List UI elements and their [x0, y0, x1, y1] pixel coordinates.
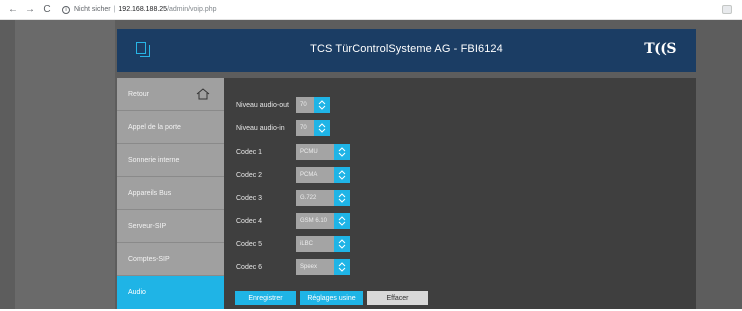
form-row-audio-out: Niveau audio-out 70 — [236, 97, 330, 113]
select-value: G.722 — [296, 190, 334, 206]
up-down-chevron-icon[interactable] — [334, 167, 350, 183]
form-row-codec-6: Codec 6 Speex — [236, 259, 350, 275]
codec-3-label: Codec 3 — [236, 194, 263, 202]
audio-out-select[interactable]: 70 — [296, 97, 330, 113]
up-down-chevron-icon[interactable] — [334, 190, 350, 206]
translate-extension-icon[interactable] — [722, 5, 732, 14]
select-value: PCMA — [296, 167, 334, 183]
sidebar-item-comptes-sip[interactable]: Comptes-SIP — [117, 243, 224, 276]
sidebar-item-retour[interactable]: Retour — [117, 78, 224, 111]
codec-2-select[interactable]: PCMA — [296, 167, 350, 183]
url-path: /admin/voip.php — [167, 6, 217, 13]
form-row-codec-5: Codec 5 iLBC — [236, 236, 350, 252]
codec-4-label: Codec 4 — [236, 217, 263, 225]
up-down-chevron-icon[interactable] — [334, 236, 350, 252]
sidebar-item-audio[interactable]: Audio — [117, 276, 224, 309]
sidebar-item-label: Appel de la porte — [128, 123, 181, 131]
url-host: 192.168.188.25 — [118, 6, 168, 13]
tcs-logo: T((S — [644, 41, 676, 57]
save-button[interactable]: Enregistrer — [235, 291, 296, 305]
sidebar-nav: Retour Appel de la porte Sonnerie intern… — [117, 78, 224, 311]
form-row-codec-4: Codec 4 GSM 6.10 — [236, 213, 350, 229]
up-down-chevron-icon[interactable] — [314, 97, 330, 113]
codec-6-select[interactable]: Speex — [296, 259, 350, 275]
sidebar-item-label: Serveur-SIP — [128, 222, 167, 230]
sidebar-item-label: Sonnerie interne — [128, 156, 180, 164]
audio-settings-panel: Niveau audio-out 70 Niveau audio-in 70 C… — [224, 78, 696, 309]
select-value: Speex — [296, 259, 334, 275]
up-down-chevron-icon[interactable] — [334, 259, 350, 275]
sidebar-item-label: Audio — [128, 289, 146, 296]
codec-3-select[interactable]: G.722 — [296, 190, 350, 206]
factory-reset-button[interactable]: Réglages usine — [300, 291, 363, 305]
audio-in-select[interactable]: 70 — [296, 120, 330, 136]
select-value: GSM 6.10 — [296, 213, 334, 229]
forward-icon[interactable]: → — [23, 3, 37, 17]
select-value: iLBC — [296, 236, 334, 252]
reload-icon[interactable]: C — [40, 3, 54, 17]
form-row-audio-in: Niveau audio-in 70 — [236, 120, 330, 136]
sidebar-item-appel-de-la-porte[interactable]: Appel de la porte — [117, 111, 224, 144]
codec-5-select[interactable]: iLBC — [296, 236, 350, 252]
audio-out-label: Niveau audio-out — [236, 101, 289, 109]
select-value: 70 — [296, 97, 314, 113]
form-row-codec-3: Codec 3 G.722 — [236, 190, 350, 206]
sidebar-item-sonnerie-interne[interactable]: Sonnerie interne — [117, 144, 224, 177]
left-gutter — [15, 20, 115, 309]
codec-1-select[interactable]: PCMU — [296, 144, 350, 160]
codec-1-label: Codec 1 — [236, 148, 263, 156]
clear-button[interactable]: Effacer — [367, 291, 428, 305]
select-value: 70 — [296, 120, 314, 136]
form-row-codec-1: Codec 1 PCMU — [236, 144, 350, 160]
address-bar[interactable]: i Nicht sicher | 192.168.188.25 /admin/v… — [62, 5, 217, 14]
up-down-chevron-icon[interactable] — [334, 144, 350, 160]
sidebar-item-label: Appareils Bus — [128, 189, 172, 197]
app-header: TCS TürControlSysteme AG - FBI6124 T((S — [117, 29, 696, 72]
codec-2-label: Codec 2 — [236, 171, 263, 179]
codec-5-label: Codec 5 — [236, 240, 263, 248]
url-separator: | — [113, 6, 116, 13]
home-icon — [196, 88, 210, 100]
info-icon[interactable]: i — [62, 5, 70, 14]
select-value: PCMU — [296, 144, 334, 160]
sidebar-item-label: Comptes-SIP — [128, 255, 170, 263]
sidebar-item-appareils-bus[interactable]: Appareils Bus — [117, 177, 224, 210]
up-down-chevron-icon[interactable] — [334, 213, 350, 229]
codec-4-select[interactable]: GSM 6.10 — [296, 213, 350, 229]
up-down-chevron-icon[interactable] — [314, 120, 330, 136]
sidebar-item-label: Retour — [128, 90, 150, 98]
form-row-codec-2: Codec 2 PCMA — [236, 167, 350, 183]
sidebar-item-serveur-sip[interactable]: Serveur-SIP — [117, 210, 224, 243]
page-title: TCS TürControlSysteme AG - FBI6124 — [310, 43, 503, 55]
codec-6-label: Codec 6 — [236, 263, 263, 271]
audio-in-label: Niveau audio-in — [236, 124, 285, 132]
back-icon[interactable]: ← — [6, 3, 20, 17]
security-text: Nicht sicher — [74, 6, 111, 13]
form-actions: Enregistrer Réglages usine Effacer — [235, 291, 428, 305]
browser-toolbar: ← → C i Nicht sicher | 192.168.188.25 /a… — [0, 0, 742, 20]
